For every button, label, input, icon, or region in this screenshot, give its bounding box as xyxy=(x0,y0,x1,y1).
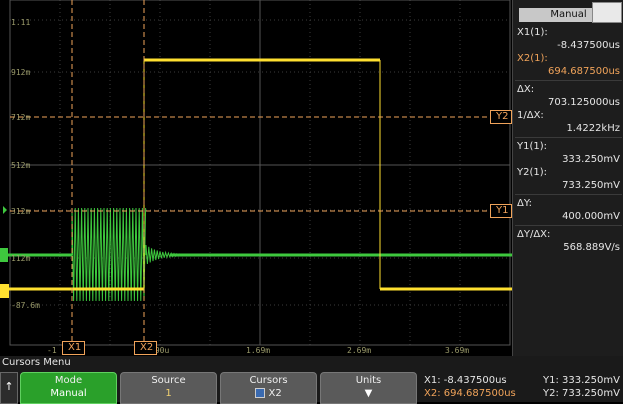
channel-markers xyxy=(0,206,9,298)
cursor-y1-tag[interactable]: Y1 xyxy=(490,204,513,218)
waveform-display[interactable]: 1.11 912m 712m 512m 312m 112m -87.6m -1 … xyxy=(0,0,513,356)
cursor-checkbox-icon xyxy=(255,388,266,398)
y-scale-label: 112m xyxy=(11,254,31,263)
y2-label: Y2(1): xyxy=(517,167,548,178)
y-scale-label: 1.11 xyxy=(11,18,31,27)
readout-y2: Y2: 733.250mV xyxy=(543,388,620,399)
cursor-y2-tag[interactable]: Y2 xyxy=(490,110,513,124)
cursor-x1-tag[interactable]: X1 xyxy=(62,341,86,355)
units-softkey-label: Units xyxy=(355,375,382,386)
divider xyxy=(515,80,622,81)
x1-value: -8.437500us xyxy=(557,40,620,51)
x2-label: X2(1): xyxy=(517,53,548,64)
trigger-level-icon xyxy=(3,206,7,214)
x1-label: X1(1): xyxy=(517,27,548,38)
cursors-softkey[interactable]: Cursors X2 xyxy=(220,372,317,404)
source-softkey-label: Source xyxy=(151,375,186,386)
waveform-canvas xyxy=(0,0,512,346)
mode-softkey-value: Manual xyxy=(50,388,87,399)
inverse-delta-x-label: 1/ΔX: xyxy=(517,110,544,121)
divider xyxy=(515,194,622,195)
menu-return-button[interactable]: ↑ xyxy=(0,372,18,404)
delta-x-value: 703.125000us xyxy=(548,97,620,108)
readout-y1: Y1: 333.250mV xyxy=(543,375,620,386)
cursor-readout-panel: Manual X1(1): -8.437500us X2(1): 694.687… xyxy=(512,0,623,356)
cursors-softkey-label: Cursors xyxy=(249,375,288,386)
y1-value: 333.250mV xyxy=(562,154,620,165)
x2-value: 694.687500us xyxy=(548,66,620,77)
delta-y-over-delta-x-value: 568.889V/s xyxy=(563,242,620,253)
units-softkey[interactable]: Units ▼ xyxy=(320,372,417,404)
cursor-x2-tag[interactable]: X2 xyxy=(134,341,158,355)
y-scale-label: 312m xyxy=(11,207,31,216)
source-softkey[interactable]: Source 1 xyxy=(120,372,217,404)
y2-value: 733.250mV xyxy=(562,180,620,191)
divider xyxy=(515,225,622,226)
cursors-softkey-value: X2 xyxy=(268,388,282,399)
y-scale-label: 512m xyxy=(11,161,31,170)
channel-2-trace xyxy=(0,207,512,302)
delta-y-label: ΔY: xyxy=(517,198,532,209)
x-scale-label: -1 xyxy=(47,346,57,355)
panel-grip-handle[interactable] xyxy=(592,2,622,23)
delta-y-over-delta-x-label: ΔY/ΔX: xyxy=(517,229,551,240)
graticule-axes xyxy=(9,0,511,346)
oscilloscope-screen: 1.11 912m 712m 512m 312m 112m -87.6m -1 … xyxy=(0,0,623,404)
delta-y-value: 400.000mV xyxy=(562,211,620,222)
y1-label: Y1(1): xyxy=(517,141,548,152)
menu-title: Cursors Menu xyxy=(2,357,71,368)
mode-softkey[interactable]: Mode Manual xyxy=(20,372,117,404)
source-softkey-value: 1 xyxy=(165,388,172,399)
x-scale-label: 1.69m xyxy=(246,346,271,355)
mode-softkey-label: Mode xyxy=(54,375,83,386)
y-scale-label: -87.6m xyxy=(11,301,40,310)
x-scale-label: 3.69m xyxy=(445,346,470,355)
y-scale-label: 912m xyxy=(11,68,31,77)
x-scale-label: 2.69m xyxy=(347,346,372,355)
delta-x-label: ΔX: xyxy=(517,84,535,95)
readout-x1: X1: -8.437500us xyxy=(424,375,507,386)
channel-1-marker xyxy=(0,284,9,298)
inverse-delta-x-value: 1.4222kHz xyxy=(566,123,620,134)
readout-x2: X2: 694.687500us xyxy=(424,388,516,399)
up-arrow-icon: ↑ xyxy=(4,380,14,393)
divider xyxy=(515,137,622,138)
y-scale-label: 712m xyxy=(11,113,31,122)
channel-2-marker xyxy=(0,248,8,262)
down-arrow-icon: ▼ xyxy=(364,388,373,399)
